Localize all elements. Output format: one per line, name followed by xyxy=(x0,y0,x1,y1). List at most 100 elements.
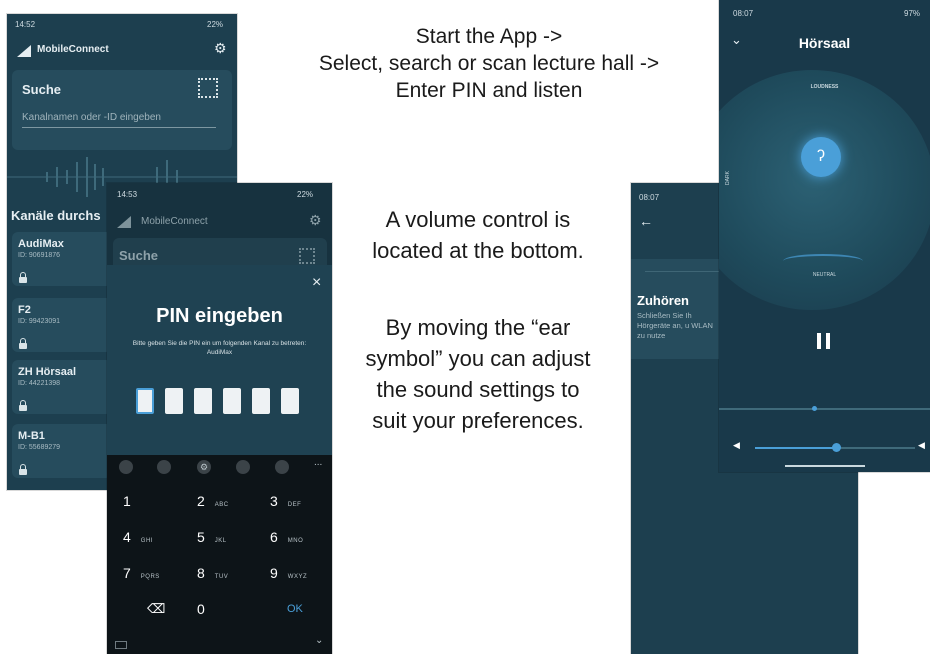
sticker-icon[interactable] xyxy=(157,460,171,474)
channel-card[interactable]: ZH Hörsaal ID: 44221398 xyxy=(12,360,112,414)
caption-top: Start the App -> Select, search or scan … xyxy=(258,23,720,104)
listen-divider xyxy=(645,271,725,272)
status-battery: 22% xyxy=(207,20,223,29)
channel-id: ID: 44221398 xyxy=(18,380,61,387)
status-time: 14:52 xyxy=(15,20,36,29)
channel-id: ID: 90691876 xyxy=(18,252,61,259)
key-letters: MNO xyxy=(287,538,304,544)
volume-slider-thumb[interactable] xyxy=(832,443,841,452)
section-title: Kanäle durchs xyxy=(11,208,101,223)
app-name: MobileConnect xyxy=(141,216,208,227)
pin-input-boxes[interactable] xyxy=(136,388,306,416)
chevron-down-icon[interactable]: ⌄ xyxy=(315,635,323,646)
phone-screen-hoersaal: 08:07 97% ⌄ Hörsaal LOUDNESS DARK NEUTRA… xyxy=(719,0,930,472)
translate-icon[interactable] xyxy=(275,460,289,474)
pin-digit-box[interactable] xyxy=(252,388,270,414)
progress-track[interactable] xyxy=(719,408,930,410)
search-input[interactable]: Kanalnamen oder -ID eingeben xyxy=(22,112,216,128)
volume-slider-fill xyxy=(755,447,835,449)
search-title: Suche xyxy=(22,82,62,97)
key-0[interactable]: 0 xyxy=(197,601,205,617)
key-8[interactable]: 8 TUV xyxy=(197,565,228,581)
status-time: 14:53 xyxy=(117,190,138,199)
page-title: Hörsaal xyxy=(798,35,851,51)
channel-card[interactable]: M-B1 ID: 55689279 xyxy=(12,424,112,478)
channel-name: ZH Hörsaal xyxy=(18,366,77,378)
emoji-icon[interactable] xyxy=(119,460,133,474)
settings-gear-icon[interactable]: ⚙ xyxy=(197,460,211,474)
key-letters: WXYZ xyxy=(287,574,308,580)
pin-digit-box[interactable] xyxy=(194,388,212,414)
phone-screen-pin-entry: 14:53 22% MobileConnect ⚙ Suche × PIN ei… xyxy=(107,183,332,654)
settings-gear-icon[interactable]: ⚙ xyxy=(214,40,227,57)
pin-title: PIN eingeben xyxy=(156,305,283,327)
status-time: 08:07 xyxy=(733,9,754,18)
key-number: 5 xyxy=(197,529,205,545)
status-time: 08:07 xyxy=(639,193,660,202)
neutral-arc xyxy=(783,254,863,268)
caption-line: suit your preferences. xyxy=(372,408,584,433)
pin-description: Bitte geben Sie die PIN ein um folgenden… xyxy=(132,340,307,356)
caption-line: A volume control is xyxy=(385,207,571,232)
lock-icon xyxy=(19,464,27,475)
key-6[interactable]: 6 MNO xyxy=(270,529,303,545)
neutral-label: NEUTRAL xyxy=(812,272,837,278)
pin-digit-box[interactable] xyxy=(136,388,154,414)
key-number: 9 xyxy=(270,565,278,581)
search-title: Suche xyxy=(119,248,159,263)
key-4[interactable]: 4 GHI xyxy=(123,529,153,545)
key-number: 1 xyxy=(123,493,131,509)
qr-scan-icon[interactable] xyxy=(198,78,218,98)
key-7[interactable]: 7 PQRS xyxy=(123,565,160,581)
caption-line: the sound settings to xyxy=(376,377,580,402)
ok-button[interactable]: OK xyxy=(287,603,303,615)
more-options-icon[interactable]: ... xyxy=(314,457,322,468)
battery-level: 97% xyxy=(904,9,921,18)
pin-digit-box[interactable] xyxy=(165,388,183,414)
key-number: 3 xyxy=(270,493,278,509)
battery-level: 22% xyxy=(207,20,224,29)
channel-name: F2 xyxy=(18,304,31,316)
numeric-keyboard: ⚙ ... 1 2 ABC 3 DEF 4 GHI 5 JKL 6 MNO 7 PQRS 8… xyxy=(107,455,332,654)
caption-volume: A volume control is located at the botto… xyxy=(338,204,618,266)
loudness-label: LOUDNESS xyxy=(810,84,839,90)
key-letters: JKL xyxy=(214,538,227,544)
home-indicator xyxy=(785,465,865,467)
key-5[interactable]: 5 JKL xyxy=(197,529,227,545)
dark-label: DARK xyxy=(724,171,731,185)
backspace-icon[interactable]: ⌫ xyxy=(147,601,165,617)
pause-icon[interactable] xyxy=(817,333,831,349)
close-icon[interactable]: × xyxy=(312,274,321,292)
key-number: 2 xyxy=(197,493,205,509)
pin-digit-box[interactable] xyxy=(223,388,241,414)
key-letters: TUV xyxy=(214,574,229,580)
caption-line: located at the bottom. xyxy=(372,238,584,263)
channel-name: M-B1 xyxy=(18,430,45,442)
key-number: 7 xyxy=(123,565,131,581)
ear-icon: ʔ xyxy=(817,148,825,165)
ear-symbol-handle[interactable]: ʔ xyxy=(801,137,841,177)
channel-card[interactable]: AudiMax ID: 90691876 xyxy=(12,232,112,286)
keyboard-switch-icon[interactable] xyxy=(115,641,127,649)
search-icon[interactable] xyxy=(236,460,250,474)
progress-dot[interactable] xyxy=(812,406,817,411)
pin-dialog: × PIN eingeben Bitte geben Sie die PIN e… xyxy=(107,265,332,455)
app-logo-icon xyxy=(17,45,31,57)
key-letters: GHI xyxy=(140,538,153,544)
back-arrow-icon[interactable]: ← xyxy=(639,213,653,229)
key-2[interactable]: 2 ABC xyxy=(197,493,229,509)
key-letters: DEF xyxy=(287,502,302,508)
key-1[interactable]: 1 xyxy=(123,493,131,509)
key-3[interactable]: 3 DEF xyxy=(270,493,301,509)
channel-id: ID: 55689279 xyxy=(18,444,61,451)
caption-line: Enter PIN and listen xyxy=(395,79,583,102)
settings-gear-icon: ⚙ xyxy=(309,212,322,228)
battery-level: 22% xyxy=(297,190,314,199)
pin-digit-box[interactable] xyxy=(281,388,299,414)
key-number: 8 xyxy=(197,565,205,581)
listen-title: Zuhören xyxy=(637,293,689,308)
channel-card[interactable]: F2 ID: 99423091 xyxy=(12,298,112,352)
qr-scan-icon xyxy=(299,248,315,264)
key-9[interactable]: 9 WXYZ xyxy=(270,565,307,581)
lock-icon xyxy=(19,272,27,283)
